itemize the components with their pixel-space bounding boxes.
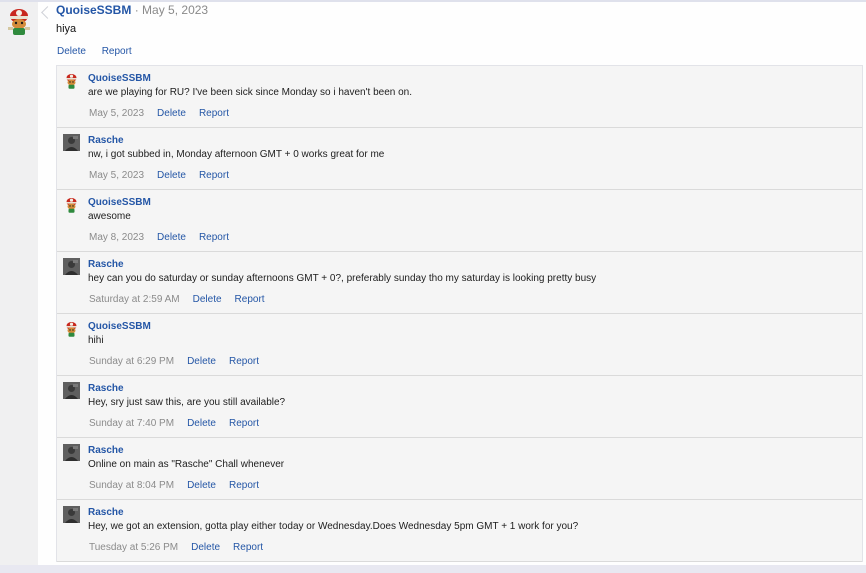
comment-delete-link[interactable]: Delete — [157, 170, 186, 181]
bottom-bar — [0, 565, 866, 573]
comment-text: are we playing for RU? I've been sick si… — [88, 87, 412, 98]
post-report-link[interactable]: Report — [102, 46, 132, 57]
comment-author-link[interactable]: Rasche — [88, 507, 124, 518]
fox-character-icon[interactable] — [4, 5, 34, 37]
comment-timestamp[interactable]: Tuesday at 5:26 PM — [89, 542, 178, 553]
comment-text: hey can you do saturday or sunday aftern… — [88, 273, 597, 284]
post-delete-link[interactable]: Delete — [57, 46, 86, 57]
fox-character-icon[interactable] — [63, 320, 80, 337]
comment-delete-link[interactable]: Delete — [157, 232, 186, 243]
dark-avatar-icon[interactable] — [63, 506, 80, 523]
comment-delete-link[interactable]: Delete — [187, 418, 216, 429]
comment-delete-link[interactable]: Delete — [191, 542, 220, 553]
post-actions: Delete Report — [57, 46, 145, 57]
dark-avatar-icon[interactable] — [63, 444, 80, 461]
comment-text: nw, i got subbed in, Monday afternoon GM… — [88, 149, 385, 160]
comment-timestamp[interactable]: May 5, 2023 — [89, 108, 144, 119]
top-border — [0, 0, 866, 2]
comment-meta: Sunday at 6:29 PM Delete Report — [89, 356, 272, 367]
comment-meta: Tuesday at 5:26 PM Delete Report — [89, 542, 276, 553]
comment-author-link[interactable]: Rasche — [88, 259, 124, 270]
comment-author-link[interactable]: Rasche — [88, 445, 124, 456]
post-body: hiya — [56, 23, 77, 35]
comment-meta: May 5, 2023 Delete Report — [89, 170, 242, 181]
fox-character-icon[interactable] — [63, 72, 80, 89]
comment-report-link[interactable]: Report — [199, 170, 229, 181]
fox-character-icon[interactable] — [63, 196, 80, 213]
comment-meta: May 5, 2023 Delete Report — [89, 108, 242, 119]
comment-text: Hey, sry just saw this, are you still av… — [88, 397, 286, 408]
post-author-link[interactable]: QuoiseSSBM — [56, 3, 131, 17]
comment-meta: Sunday at 7:40 PM Delete Report — [89, 418, 272, 429]
comment-delete-link[interactable]: Delete — [187, 356, 216, 367]
dark-avatar-icon[interactable] — [63, 258, 80, 275]
comment-item: QuoiseSSBM awesome May 8, 2023 Delete Report — [57, 190, 862, 252]
comment-delete-link[interactable]: Delete — [193, 294, 222, 305]
comment-list: QuoiseSSBM are we playing for RU? I've be… — [56, 65, 863, 562]
comment-author-link[interactable]: Rasche — [88, 383, 124, 394]
comment-report-link[interactable]: Report — [199, 108, 229, 119]
comment-item: Rasche hey can you do saturday or sunday … — [57, 252, 862, 314]
speech-pointer — [41, 6, 54, 19]
dark-avatar-icon[interactable] — [63, 134, 80, 151]
header-separator: · — [134, 3, 139, 17]
comment-meta: Sunday at 8:04 PM Delete Report — [89, 480, 272, 491]
comment-author-link[interactable]: QuoiseSSBM — [88, 197, 151, 208]
post-date[interactable]: May 5, 2023 — [142, 3, 208, 17]
comment-report-link[interactable]: Report — [229, 480, 259, 491]
comment-timestamp[interactable]: May 5, 2023 — [89, 170, 144, 181]
comment-author-link[interactable]: Rasche — [88, 135, 124, 146]
post-header: QuoiseSSBM · May 5, 2023 — [56, 3, 208, 17]
comment-text: Hey, we got an extension, gotta play eit… — [88, 521, 579, 532]
comment-meta: May 8, 2023 Delete Report — [89, 232, 242, 243]
comment-text: awesome — [88, 211, 131, 222]
comment-item: Rasche nw, i got subbed in, Monday aftern… — [57, 128, 862, 190]
comment-timestamp[interactable]: May 8, 2023 — [89, 232, 144, 243]
comment-timestamp[interactable]: Sunday at 6:29 PM — [89, 356, 174, 367]
comment-author-link[interactable]: QuoiseSSBM — [88, 73, 151, 84]
comment-item: QuoiseSSBM hihi Sunday at 6:29 PM Delete Rep… — [57, 314, 862, 376]
comment-author-link[interactable]: QuoiseSSBM — [88, 321, 151, 332]
comment-timestamp[interactable]: Saturday at 2:59 AM — [89, 294, 180, 305]
comment-item: Rasche Hey, sry just saw this, are you st… — [57, 376, 862, 438]
dark-avatar-icon[interactable] — [63, 382, 80, 399]
comment-text: hihi — [88, 335, 104, 346]
left-rail — [0, 2, 38, 565]
comment-delete-link[interactable]: Delete — [157, 108, 186, 119]
comment-item: Rasche Online on main as "Rasche" Chall w… — [57, 438, 862, 500]
comment-meta: Saturday at 2:59 AM Delete Report — [89, 294, 278, 305]
comment-report-link[interactable]: Report — [233, 542, 263, 553]
comment-item: QuoiseSSBM are we playing for RU? I've be… — [57, 66, 862, 128]
comment-report-link[interactable]: Report — [229, 356, 259, 367]
comment-report-link[interactable]: Report — [229, 418, 259, 429]
comment-timestamp[interactable]: Sunday at 8:04 PM — [89, 480, 174, 491]
comment-timestamp[interactable]: Sunday at 7:40 PM — [89, 418, 174, 429]
comment-delete-link[interactable]: Delete — [187, 480, 216, 491]
comment-report-link[interactable]: Report — [199, 232, 229, 243]
comment-item: Rasche Hey, we got an extension, gotta pl… — [57, 500, 862, 562]
comment-text: Online on main as "Rasche" Chall wheneve… — [88, 459, 285, 470]
comment-report-link[interactable]: Report — [235, 294, 265, 305]
